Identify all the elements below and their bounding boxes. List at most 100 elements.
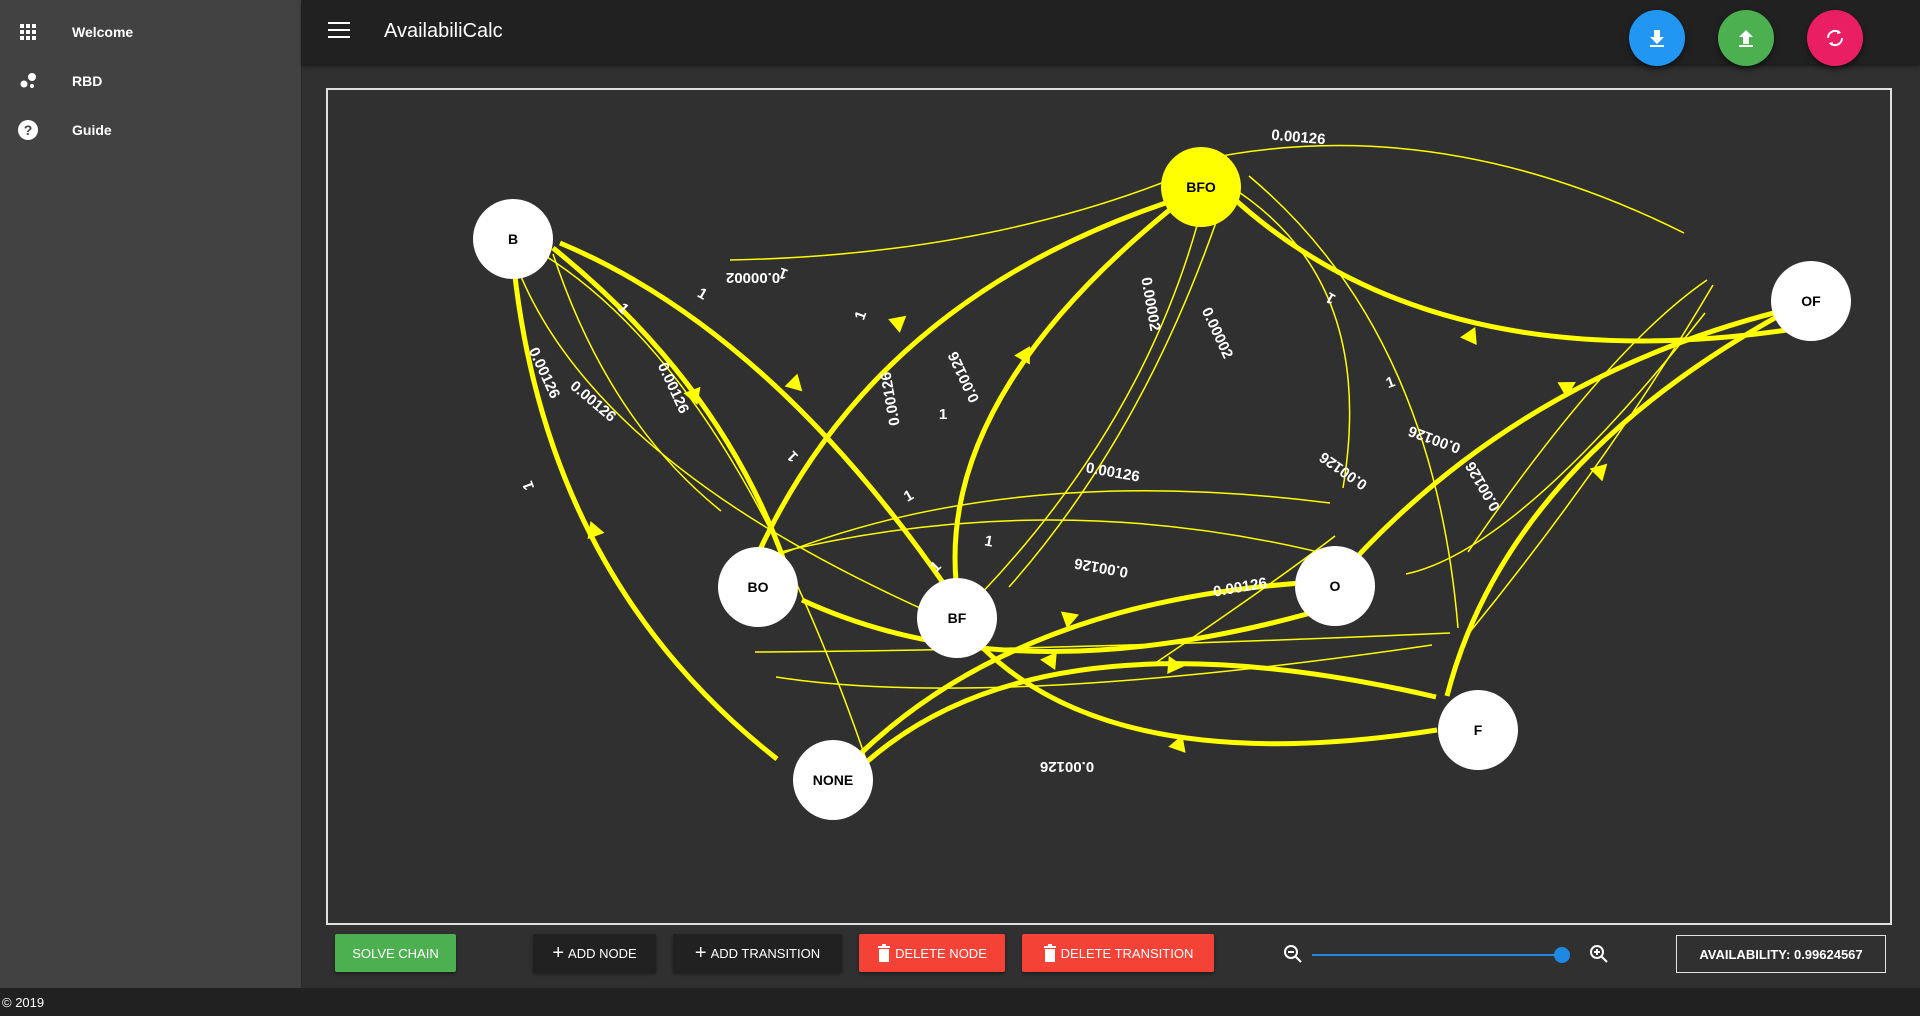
zoom-in-icon[interactable] — [1589, 944, 1609, 964]
edge[interactable] — [1467, 279, 1708, 553]
sidebar-item-welcome[interactable]: Welcome — [0, 12, 302, 52]
edge-label: 0.00126 — [1085, 459, 1141, 485]
edge-label: 1 — [784, 447, 802, 465]
menu-icon[interactable] — [328, 22, 350, 40]
edge-arrow — [784, 373, 803, 392]
delete-transition-button[interactable]: DELETE TRANSITION — [1022, 934, 1214, 972]
sidebar-item-label: RBD — [72, 73, 103, 89]
edge-arrow — [1167, 656, 1184, 674]
plus-icon: + — [552, 942, 565, 964]
node-label: OF — [1801, 293, 1821, 309]
edge-arrow — [888, 315, 907, 333]
add-transition-label: ADD TRANSITION — [710, 945, 821, 961]
copyright-text: © 2019 — [2, 995, 45, 1010]
apps-grid-icon — [20, 24, 36, 40]
node-o[interactable]: O — [1295, 546, 1375, 626]
markov-chain-canvas[interactable]: 0.00126 1 0.00002 1 1 0.00126 1 1 0.0000… — [326, 88, 1892, 925]
node-label: BO — [748, 579, 769, 595]
edge[interactable] — [1229, 194, 1808, 344]
delete-node-button[interactable]: DELETE NODE — [859, 934, 1005, 972]
edge-label: 0.00126 — [1040, 758, 1094, 775]
download-button[interactable] — [1629, 10, 1685, 66]
thick-edge-arrows — [587, 315, 1608, 753]
node-label: B — [508, 231, 518, 247]
upload-button[interactable] — [1718, 10, 1774, 66]
edge[interactable] — [1334, 303, 1803, 582]
solve-chain-label: SOLVE CHAIN — [352, 945, 439, 961]
reset-button[interactable] — [1807, 10, 1863, 66]
node-of[interactable]: OF — [1771, 261, 1851, 341]
delete-transition-label: DELETE TRANSITION — [1060, 945, 1194, 961]
edge-arrow — [1460, 327, 1477, 345]
edge-label: 1 — [851, 309, 870, 323]
edge-label: 0.00002 — [726, 269, 780, 286]
plus-icon: + — [694, 942, 707, 964]
solve-chain-button[interactable]: SOLVE CHAIN — [335, 934, 456, 972]
sidebar-item-label: Guide — [72, 122, 112, 138]
node-label: O — [1330, 578, 1341, 594]
trash-icon — [878, 944, 891, 962]
edge[interactable] — [729, 172, 1188, 261]
node-label: BF — [948, 610, 967, 626]
sidebar-item-rbd[interactable]: RBD — [0, 61, 302, 101]
edge-label: 0.00002 — [1198, 305, 1236, 361]
reset-icon — [1826, 29, 1844, 47]
add-transition-button[interactable]: + ADD TRANSITION — [673, 934, 842, 972]
sidebar: Welcome RBD ? Guide — [0, 0, 302, 988]
zoom-slider-thumb[interactable] — [1554, 947, 1570, 963]
edge-label: 0.00126 — [945, 349, 983, 405]
sidebar-item-guide[interactable]: ? Guide — [0, 110, 302, 150]
edge-label: 0.00126 — [1271, 127, 1327, 149]
bubble-chart-icon — [20, 73, 36, 88]
node-label: BFO — [1186, 179, 1216, 195]
edge-labels: 0.00126 1 0.00002 1 1 0.00126 1 1 0.0000… — [519, 127, 1504, 775]
edge[interactable] — [952, 194, 1189, 582]
svg-text:?: ? — [24, 122, 33, 138]
node-label: F — [1474, 722, 1483, 738]
edge[interactable] — [767, 519, 1347, 560]
availability-value: AVAILABILITY: 0.99624567 — [1699, 946, 1863, 962]
edge[interactable] — [758, 490, 1331, 564]
download-icon — [1650, 30, 1664, 47]
edge[interactable] — [508, 243, 939, 617]
thick-edges — [508, 193, 1810, 769]
edge-label: 1 — [939, 406, 947, 423]
node-bo[interactable]: BO — [718, 547, 798, 627]
zoom-out-icon[interactable] — [1283, 944, 1303, 964]
edge[interactable] — [1444, 297, 1810, 697]
edge-label: 0.00126 — [1212, 574, 1268, 600]
delete-node-label: DELETE NODE — [895, 945, 987, 961]
node-bfo[interactable]: BFO — [1161, 147, 1241, 227]
edge[interactable] — [940, 190, 1207, 635]
graph-nodes: B BFO OF BO BF O NONE F — [473, 147, 1851, 820]
footer: © 2019 — [0, 988, 1920, 1016]
edge-label: 1 — [1384, 373, 1398, 392]
edge-label: 0.00126 — [877, 371, 903, 427]
edge-label: 0.00126 — [567, 378, 619, 426]
zoom-slider[interactable] — [1312, 954, 1562, 956]
app-bar: AvailabiliCalc — [302, 0, 1920, 66]
node-none[interactable]: NONE — [793, 740, 873, 820]
edge[interactable] — [508, 234, 779, 761]
help-circle-icon: ? — [18, 120, 38, 140]
availability-readout: AVAILABILITY: 0.99624567 — [1676, 935, 1886, 973]
edge-label: 1 — [519, 479, 538, 493]
graph-svg[interactable]: 0.00126 1 0.00002 1 1 0.00126 1 1 0.0000… — [328, 90, 1890, 923]
edge-label: 1 — [694, 285, 710, 304]
node-f[interactable]: F — [1438, 690, 1518, 770]
node-bf[interactable]: BF — [917, 578, 997, 658]
node-label: NONE — [813, 772, 853, 788]
node-b[interactable]: B — [473, 199, 553, 279]
edge-label: 0.00002 — [1137, 276, 1163, 332]
sidebar-item-label: Welcome — [72, 24, 134, 40]
app-title: AvailabiliCalc — [384, 20, 503, 42]
add-node-button[interactable]: + ADD NODE — [533, 934, 656, 972]
edge-label: 0.00126 — [1462, 459, 1504, 514]
edge-label: 0.00126 — [1073, 554, 1129, 580]
edge-label: 0.00126 — [1406, 422, 1463, 457]
trash-icon — [1043, 944, 1056, 962]
upload-icon — [1739, 30, 1753, 47]
edge-label: 1 — [901, 487, 917, 506]
edge-label: 1 — [927, 558, 945, 576]
edge[interactable] — [1227, 184, 1351, 489]
